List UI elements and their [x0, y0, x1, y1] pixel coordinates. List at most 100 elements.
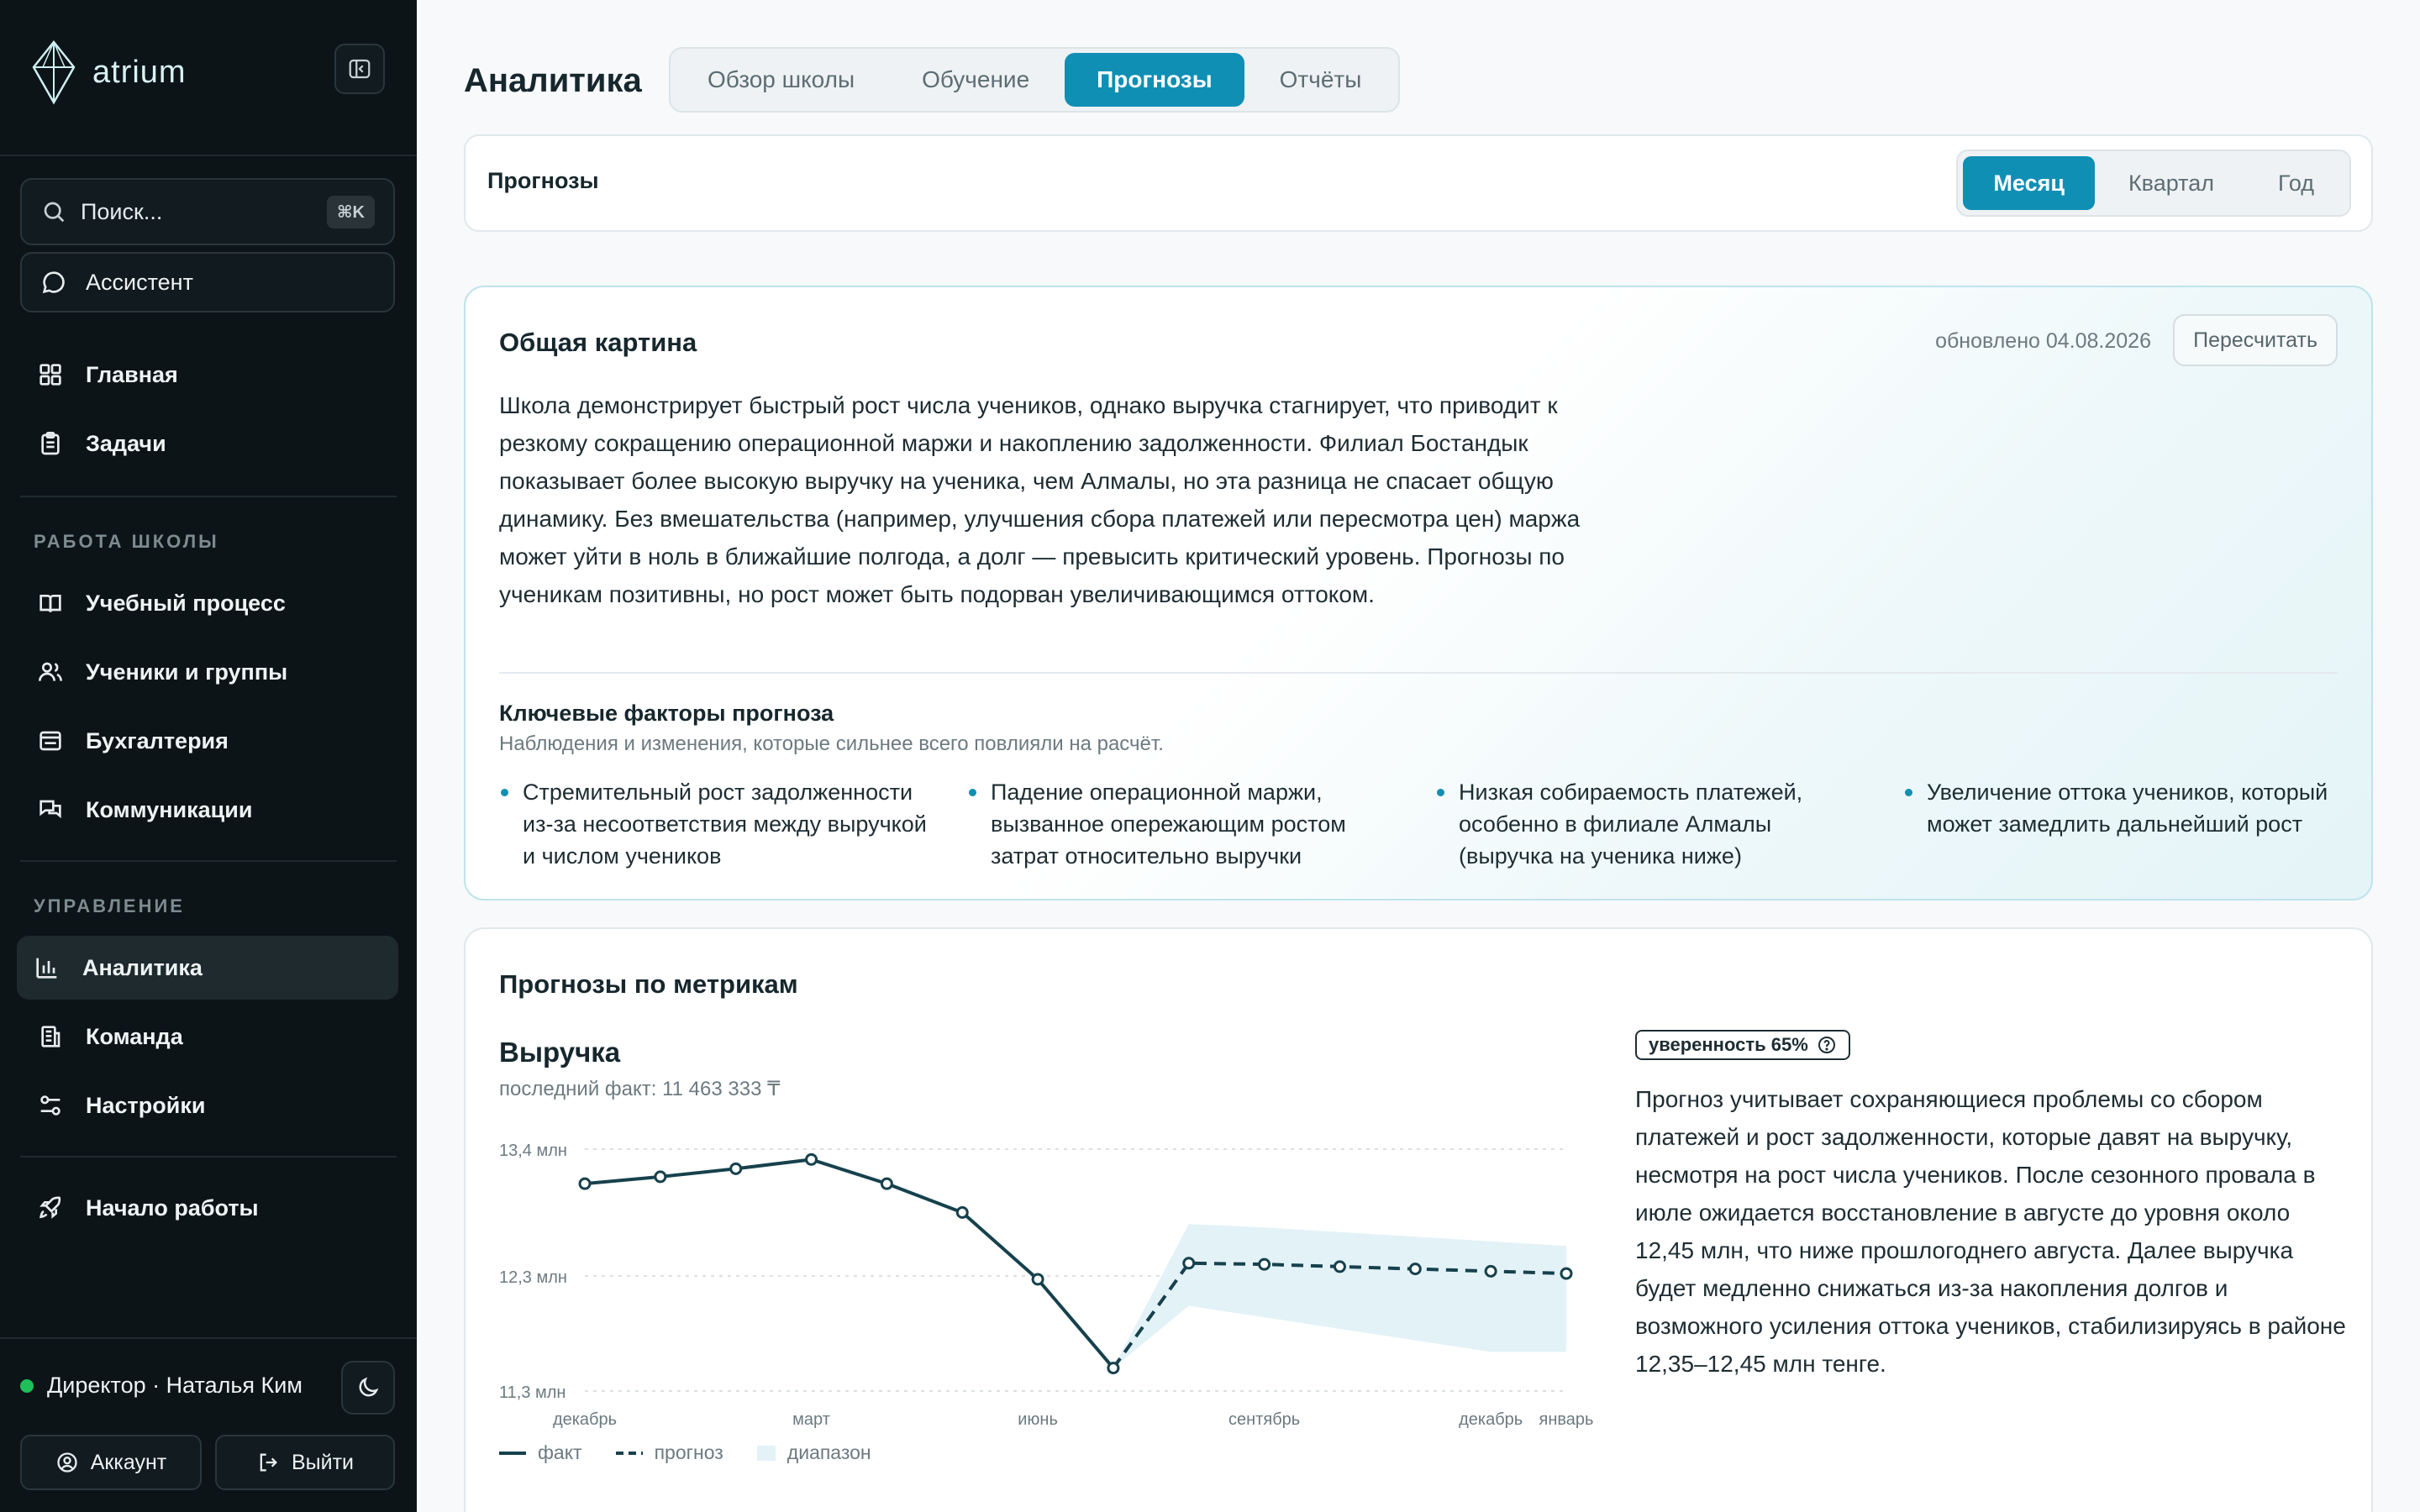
confidence-badge[interactable]: уверенность 65%	[1635, 1030, 1850, 1060]
fact-point	[578, 1177, 592, 1190]
legend-fact: факт	[499, 1441, 582, 1464]
sidebar-toggle-icon	[349, 59, 371, 79]
sidebar-item-accounting[interactable]: Бухгалтерия	[20, 709, 397, 773]
metrics-card: Прогнозы по метрикам Выручка последний ф…	[464, 927, 2373, 1512]
overview-title: Общая картина	[499, 328, 697, 357]
online-status-dot	[20, 1378, 34, 1393]
x-tick-label: июнь	[1018, 1410, 1058, 1429]
rocket-icon	[37, 1194, 64, 1221]
sidebar-item-label: Аналитика	[82, 954, 203, 980]
search-placeholder: Поиск...	[81, 198, 163, 224]
period-year[interactable]: Год	[2248, 156, 2344, 210]
bar-chart-icon	[34, 954, 60, 981]
sidebar-item-label: Учебный процесс	[86, 590, 286, 616]
help-icon	[1818, 1037, 1835, 1053]
chat-bubble-icon	[40, 269, 67, 296]
sidebar-item-communications[interactable]: Коммуникации	[20, 778, 397, 842]
account-button[interactable]: Аккаунт	[20, 1435, 202, 1490]
forecast-range-band	[1113, 1224, 1566, 1368]
x-tick-label: сентябрь	[1228, 1410, 1300, 1429]
fact-line	[584, 1158, 1115, 1369]
building-icon	[37, 1023, 64, 1050]
y-tick-label: 12,3 млн	[499, 1268, 567, 1287]
factors-subtitle: Наблюдения и изменения, которые сильнее …	[499, 732, 1164, 755]
tab-reports[interactable]: Отчёты	[1248, 53, 1394, 107]
search-icon	[40, 198, 67, 225]
sidebar-item-label: Ученики и группы	[86, 659, 288, 685]
metrics-title: Прогнозы по метрикам	[499, 969, 798, 999]
forecast-explanation: Прогноз учитывает сохраняющиеся проблемы…	[1635, 1086, 2346, 1377]
sidebar-item-label: Бухгалтерия	[86, 727, 229, 753]
metric-last-fact: последний факт: 11 463 333 ₸	[499, 1078, 781, 1100]
brand-name: atrium	[92, 54, 187, 90]
tab-learning[interactable]: Обучение	[890, 53, 1061, 107]
theme-toggle-button[interactable]	[341, 1361, 395, 1415]
legend-forecast-label: прогноз	[654, 1441, 723, 1463]
sidebar-item-students[interactable]: Ученики и группы	[20, 640, 397, 704]
legend-range: диапазон	[756, 1441, 871, 1464]
logout-icon	[260, 1453, 277, 1472]
logout-button[interactable]: Выйти	[215, 1435, 395, 1490]
user-name: Директор · Наталья Ким	[47, 1373, 302, 1398]
x-tick-label: март	[792, 1410, 830, 1429]
fact-point	[955, 1205, 969, 1219]
tab-forecasts[interactable]: Прогнозы	[1065, 53, 1244, 107]
sidebar-item-analytics[interactable]: Аналитика	[17, 936, 398, 1000]
chart-legend: факт прогноз диапазон	[499, 1441, 871, 1464]
sidebar-item-learning[interactable]: Учебный процесс	[20, 571, 397, 635]
x-tick-label: декабрь	[553, 1410, 617, 1429]
y-tick-label: 13,4 млн	[499, 1142, 567, 1160]
chat-icon	[37, 796, 64, 823]
y-tick-label: 11,3 млн	[499, 1383, 566, 1402]
sidebar-item-settings[interactable]: Настройки	[20, 1074, 397, 1137]
fact-point	[805, 1152, 818, 1166]
search-input[interactable]: Поиск... ⌘K	[20, 178, 395, 245]
factors-title: Ключевые факторы прогноза	[499, 701, 834, 726]
sidebar-item-label: Настройки	[86, 1092, 206, 1118]
tab-school-overview[interactable]: Обзор школы	[676, 53, 886, 107]
forecast-point	[1484, 1264, 1497, 1278]
fact-point	[1031, 1273, 1044, 1286]
overview-card: Общая картина обновлено 04.08.2026 Перес…	[464, 286, 2373, 900]
assistant-button[interactable]: Ассистент	[20, 252, 395, 312]
sidebar-divider	[20, 1156, 397, 1158]
sidebar-item-label: Коммуникации	[86, 796, 253, 822]
recalculate-button[interactable]: Пересчитать	[2173, 314, 2338, 366]
period-month[interactable]: Месяц	[1963, 156, 2095, 210]
revenue-chart: 11,3 млн 12,3 млн 13,4 млн декабрь март июнь с…	[499, 1142, 1593, 1429]
legend-forecast-swatch	[615, 1451, 643, 1455]
legend-range-label: диапазон	[786, 1441, 871, 1463]
factor-item: Падение операционной маржи, вызванное оп…	[967, 776, 1404, 872]
sidebar-divider	[0, 1337, 417, 1339]
legend-range-swatch	[756, 1445, 776, 1461]
legend-fact-swatch	[499, 1451, 526, 1455]
sidebar-item-tasks[interactable]: Задачи	[20, 412, 397, 475]
factor-item: Увеличение оттока учеников, который може…	[1903, 776, 2340, 840]
brand[interactable]: atrium	[30, 39, 187, 106]
forecast-subheader: Прогнозы Месяц Квартал Год	[464, 134, 2373, 232]
moon-icon	[359, 1377, 379, 1397]
sidebar-item-home[interactable]: Главная	[20, 343, 397, 407]
sidebar-divider	[0, 155, 417, 156]
factor-item: Стремительный рост задолженности из-за н…	[499, 776, 936, 872]
sidebar-section-work: РАБОТА ШКОЛЫ	[34, 531, 219, 552]
collapse-sidebar-button[interactable]	[334, 44, 385, 94]
sliders-icon	[37, 1092, 64, 1119]
grid-icon	[37, 361, 64, 388]
sidebar-item-label: Команда	[86, 1023, 183, 1049]
sidebar-item-team[interactable]: Команда	[20, 1005, 397, 1068]
overview-divider	[499, 672, 2338, 674]
account-label: Аккаунт	[90, 1450, 167, 1474]
legend-fact-label: факт	[538, 1441, 582, 1463]
subheader-title: Прогнозы	[487, 168, 599, 193]
sidebar: atrium Поиск... ⌘K Ассистент Главная Зад…	[0, 0, 417, 1512]
sidebar-item-getting-started[interactable]: Начало работы	[20, 1176, 397, 1240]
sidebar-item-label: Задачи	[86, 430, 166, 456]
book-icon	[37, 590, 64, 617]
period-quarter[interactable]: Квартал	[2098, 156, 2244, 210]
forecast-point	[1258, 1257, 1271, 1271]
forecast-point	[1408, 1263, 1422, 1276]
metric-name: Выручка	[499, 1037, 621, 1068]
confidence-label: уверенность 65%	[1649, 1034, 1808, 1055]
users-icon	[37, 659, 64, 685]
